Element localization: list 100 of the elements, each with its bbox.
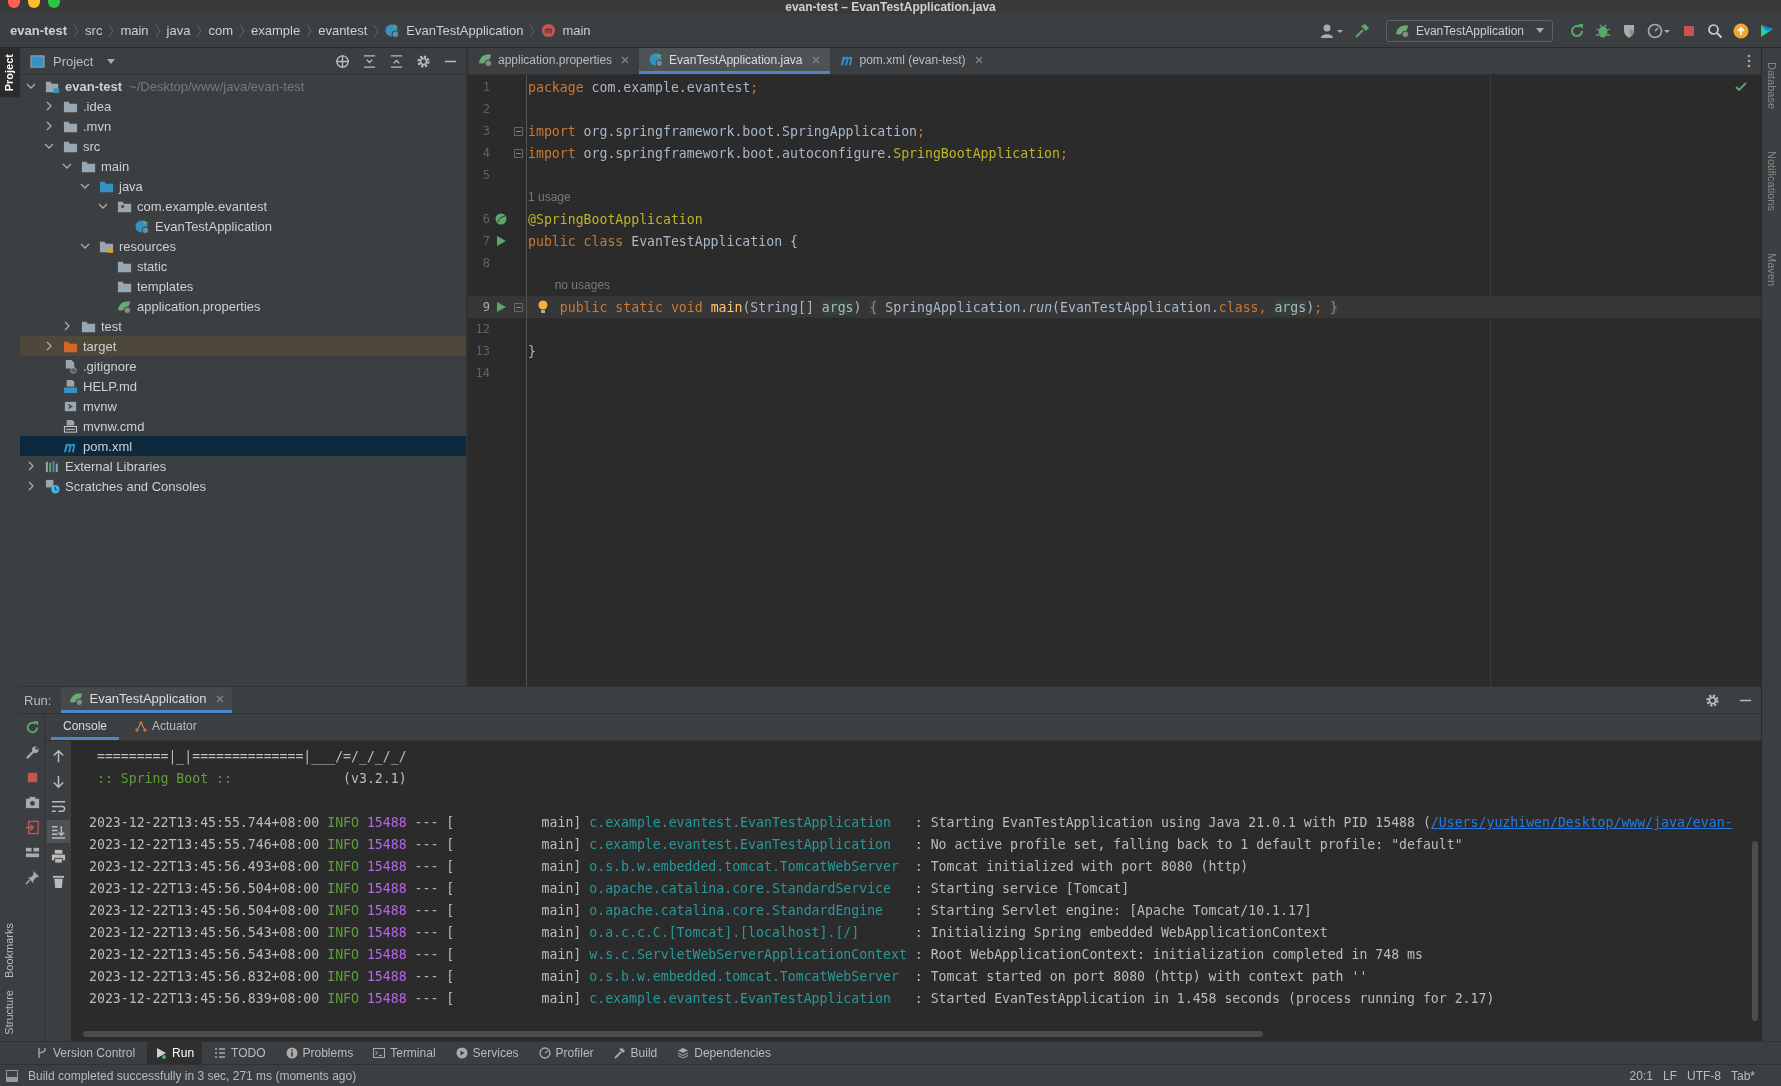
layout-icon[interactable]	[24, 845, 40, 860]
close-icon[interactable]	[621, 55, 630, 64]
project-view-dropdown[interactable]: Project	[30, 53, 116, 69]
more-icon[interactable]	[1747, 54, 1751, 68]
editor-tab[interactable]: EvanTestApplication.java	[639, 48, 830, 74]
tree-item[interactable]: Scratches and Consoles	[20, 476, 466, 496]
tool-window-tab[interactable]: Terminal	[365, 1042, 444, 1064]
rerun-icon[interactable]	[1569, 22, 1585, 39]
tree-item[interactable]: External Libraries	[20, 456, 466, 476]
breadcrumb[interactable]: main	[562, 23, 591, 38]
leaf-icon[interactable]	[495, 213, 507, 225]
scrollbar[interactable]	[1752, 841, 1758, 1021]
tool-window-tab[interactable]: Build	[605, 1042, 666, 1064]
search-icon[interactable]	[1707, 22, 1723, 39]
tree-item[interactable]: main	[20, 156, 466, 176]
tree-item[interactable]: static	[20, 256, 466, 276]
tool-window-tab[interactable]: Run	[147, 1042, 203, 1064]
panel-toggle-icon[interactable]	[6, 1069, 18, 1082]
rerun-icon[interactable]	[24, 720, 40, 735]
chevron-right-icon[interactable]	[44, 121, 54, 131]
chevron-down-icon[interactable]	[44, 141, 54, 151]
fold-icon[interactable]	[513, 126, 523, 136]
tool-window-tab[interactable]: Structure	[0, 984, 20, 1041]
wrap-icon[interactable]	[50, 799, 66, 814]
tool-window-tab[interactable]: Services	[447, 1042, 527, 1064]
tool-window-tab[interactable]: TODO	[206, 1042, 274, 1064]
tree-item[interactable]: com.example.evantest	[20, 196, 466, 216]
pin-icon[interactable]	[24, 870, 40, 885]
user-icon[interactable]	[1319, 22, 1344, 39]
tree-item[interactable]: java	[20, 176, 466, 196]
chevron-down-icon[interactable]	[62, 161, 72, 171]
bug-icon[interactable]	[1595, 22, 1611, 39]
tool-window-tab[interactable]: Version Control	[28, 1042, 144, 1064]
console-tab[interactable]: Actuator	[123, 714, 209, 740]
tree-item[interactable]: .gitignore	[20, 356, 466, 376]
breadcrumb[interactable]: java	[166, 23, 191, 38]
process-tab[interactable]: EvanTestApplication	[61, 687, 232, 713]
update-icon[interactable]	[1733, 22, 1749, 39]
lightbulb-icon[interactable]	[538, 300, 548, 314]
collapse-all-icon[interactable]	[389, 53, 404, 69]
tree-item[interactable]: mvnw	[20, 396, 466, 416]
breadcrumb[interactable]: example	[251, 23, 301, 38]
chevron-right-icon[interactable]	[26, 481, 36, 491]
camera-icon[interactable]	[24, 795, 40, 810]
tool-window-tab[interactable]: Dependencies	[669, 1042, 779, 1064]
zoom-window-button[interactable]	[48, 0, 60, 8]
breadcrumb[interactable]: main	[120, 23, 149, 38]
tree-item[interactable]: EvanTestApplication	[20, 216, 466, 236]
file-encoding[interactable]: UTF-8	[1686, 1068, 1721, 1083]
run-icon[interactable]	[495, 301, 507, 313]
tree-item[interactable]: .idea	[20, 96, 466, 116]
chevron-right-icon[interactable]	[44, 341, 54, 351]
close-icon[interactable]	[974, 55, 983, 64]
breadcrumb[interactable]: EvanTestApplication	[406, 23, 524, 38]
minimize-window-button[interactable]	[28, 0, 40, 8]
shield-icon[interactable]	[1621, 22, 1637, 39]
chevron-down-icon[interactable]	[80, 241, 90, 251]
tree-item[interactable]: pom.xml	[20, 436, 466, 456]
wrench-icon[interactable]	[24, 745, 40, 760]
tree-item[interactable]: target	[20, 336, 466, 356]
settings-icon[interactable]	[1705, 692, 1720, 708]
scrollbar[interactable]	[83, 1031, 1263, 1037]
tree-item[interactable]: src	[20, 136, 466, 156]
editor-tab[interactable]: pom.xml (evan-test)	[829, 48, 993, 74]
tree-item[interactable]: templates	[20, 276, 466, 296]
breadcrumb[interactable]: com	[208, 23, 234, 38]
chevron-right-icon[interactable]	[26, 461, 36, 471]
fold-icon[interactable]	[513, 302, 523, 312]
chevron-right-icon[interactable]	[62, 321, 72, 331]
tool-window-tab[interactable]: Project	[0, 48, 20, 98]
chevron-right-icon[interactable]	[44, 101, 54, 111]
tool-window-tab[interactable]: Profiler	[530, 1042, 602, 1064]
tree-item[interactable]: HELP.md	[20, 376, 466, 396]
breadcrumb[interactable]: evan-test	[10, 23, 68, 38]
profiler-icon[interactable]	[1647, 22, 1671, 39]
tree-item[interactable]: resources	[20, 236, 466, 256]
line-separator[interactable]: LF	[1662, 1068, 1677, 1083]
breadcrumb[interactable]: evantest	[318, 23, 368, 38]
chevron-down-icon[interactable]	[98, 201, 108, 211]
chevron-down-icon[interactable]	[26, 81, 36, 91]
close-icon[interactable]	[215, 694, 224, 703]
breadcrumb[interactable]: src	[85, 23, 103, 38]
cursor-position[interactable]: 20:1	[1629, 1068, 1653, 1083]
run-configuration-dropdown[interactable]: EvanTestApplication	[1385, 19, 1553, 42]
indent-setting[interactable]: Tab*	[1730, 1068, 1755, 1083]
settings-icon[interactable]	[416, 53, 431, 69]
expand-all-icon[interactable]	[362, 53, 377, 69]
editor-tab[interactable]: application.properties	[468, 48, 640, 74]
run-icon[interactable]	[495, 235, 507, 247]
tool-window-tab[interactable]: Bookmarks	[0, 917, 20, 985]
exit-icon[interactable]	[24, 820, 40, 835]
fold-icon[interactable]	[513, 148, 523, 158]
tree-item[interactable]: mvnw.cmd	[20, 416, 466, 436]
tree-item[interactable]: .mvn	[20, 116, 466, 136]
print-icon[interactable]	[50, 849, 66, 864]
close-window-button[interactable]	[8, 0, 20, 8]
trash-icon[interactable]	[50, 874, 66, 889]
tree-item[interactable]: application.properties	[20, 296, 466, 316]
tree-item[interactable]: test	[20, 316, 466, 336]
tree-item[interactable]: evan-test ~/Desktop/www/java/evan-test	[20, 76, 466, 96]
